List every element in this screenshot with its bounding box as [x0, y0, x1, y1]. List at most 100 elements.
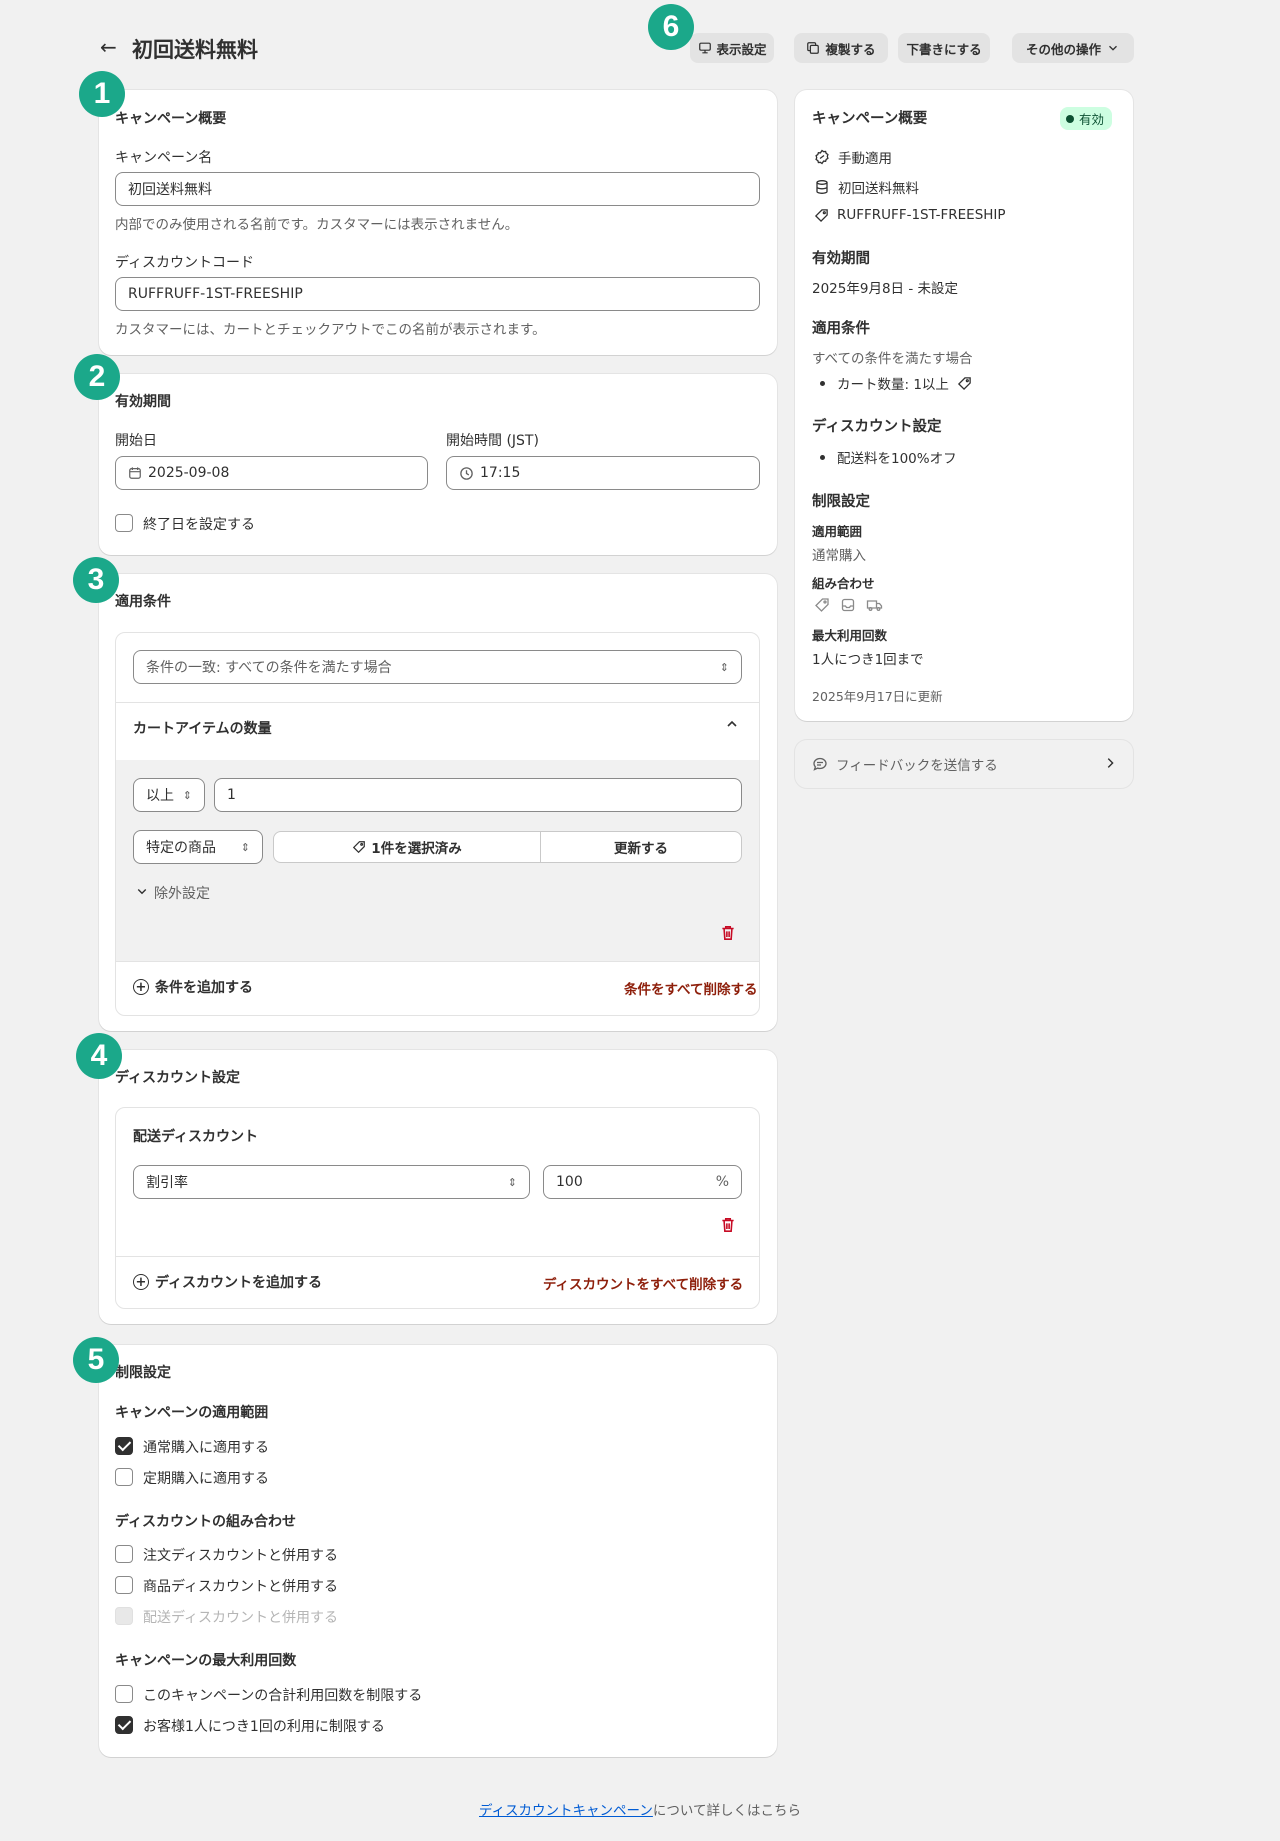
display-settings-button[interactable]: 表示設定 [690, 33, 774, 63]
selected-products-label: 1件を選択済み [371, 841, 462, 857]
percent-unit: % [715, 1174, 729, 1190]
status-dot-icon [1066, 114, 1074, 123]
combine-order-checkbox[interactable] [115, 1545, 133, 1563]
combine-shipping-label: 配送ディスカウントと併用する [143, 1610, 339, 1626]
product-select-value: 特定の商品 [146, 840, 216, 856]
product-select[interactable]: 特定の商品 ⇕ [133, 830, 263, 864]
campaign-name-label: キャンペーン名 [115, 150, 213, 166]
summary-code: RUFFRUFF-1ST-FREESHIP [814, 207, 1006, 223]
limit-per-customer-checkbox[interactable] [115, 1716, 133, 1734]
chat-icon [812, 756, 828, 772]
campaign-name-help: 内部でのみ使用される名前です。カスタマーには表示されません。 [115, 217, 519, 233]
start-time-input[interactable]: 17:15 [446, 456, 760, 490]
truck-icon [866, 597, 883, 613]
feedback-card[interactable]: フィードバックを送信する [795, 740, 1133, 788]
chevron-down-icon [1106, 41, 1120, 55]
discount-title: ディスカウント設定 [115, 1070, 241, 1086]
discount-value: 100 [556, 1174, 583, 1190]
summary-method-value: 手動適用 [838, 151, 892, 167]
exclusion-label: 除外設定 [154, 886, 210, 902]
subscription-checkbox[interactable] [115, 1468, 133, 1486]
remove-all-discounts-button[interactable]: ディスカウントをすべて削除する [543, 1273, 743, 1293]
period-title: 有効期間 [115, 394, 171, 410]
cart-quantity-title: カートアイテムの数量 [133, 721, 272, 737]
conditions-card: 適用条件 条件の一致: すべての条件を満たす場合 ⇕ カートアイテムの数量 以上… [99, 574, 777, 1031]
campaign-name-input[interactable]: 初回送料無料 [115, 172, 760, 206]
condition-detail-area: 以上 ⇕ 1 特定の商品 ⇕ 1件を選択済み 更新する 除外設定 [116, 760, 759, 961]
exclusion-toggle[interactable]: 除外設定 [136, 883, 210, 903]
feedback-label: フィードバックを送信する [836, 758, 998, 774]
regular-purchase-label: 通常購入に適用する [143, 1440, 269, 1456]
start-time-value: 17:15 [480, 465, 521, 481]
tag-icon [814, 597, 830, 613]
summary-discount-item-text: 配送料を100%オフ [837, 451, 957, 467]
regular-purchase-checkbox[interactable] [115, 1437, 133, 1455]
match-select-value: 条件の一致: すべての条件を満たす場合 [146, 660, 392, 676]
badge-gear-icon [814, 149, 830, 165]
selected-products-button[interactable]: 1件を選択済み [273, 831, 541, 863]
end-date-checkbox-label: 終了日を設定する [143, 517, 255, 533]
select-chevron-icon: ⇕ [240, 840, 250, 854]
status-label: 有効 [1079, 112, 1105, 127]
summary-limits-title: 制限設定 [812, 494, 870, 510]
trash-icon[interactable] [719, 924, 737, 942]
select-chevron-icon: ⇕ [719, 660, 729, 674]
limits-title: 制限設定 [115, 1365, 171, 1381]
add-discount-button[interactable]: + ディスカウントを追加する [133, 1272, 322, 1292]
display-settings-label: 表示設定 [716, 41, 767, 57]
summary-period-value: 2025年9月8日 - 未設定 [812, 281, 958, 297]
page-title: 初回送料無料 [132, 38, 258, 62]
summary-updated: 2025年9月17日に更新 [812, 689, 943, 704]
trash-icon[interactable] [719, 1216, 737, 1234]
combine-product-label: 商品ディスカウントと併用する [143, 1579, 339, 1595]
tag-icon [814, 208, 829, 223]
discount-code-label: ディスカウントコード [115, 255, 255, 271]
more-actions-button[interactable]: その他の操作 [1012, 33, 1134, 63]
remove-all-conditions-button[interactable]: 条件をすべて削除する [624, 978, 758, 998]
discount-code-input[interactable]: RUFFRUFF-1ST-FREESHIP [115, 277, 760, 311]
clock-icon [459, 466, 474, 481]
summary-name-value: 初回送料無料 [838, 181, 919, 197]
summary-code-value: RUFFRUFF-1ST-FREESHIP [837, 207, 1006, 223]
chevron-down-icon [136, 885, 148, 901]
summary-conditions-title: 適用条件 [812, 321, 870, 337]
discount-code-help: カスタマーには、カートとチェックアウトでこの名前が表示されます。 [115, 322, 546, 338]
limit-settings-card: 制限設定 キャンペーンの適用範囲 通常購入に適用する 定期購入に適用する ディス… [99, 1345, 777, 1757]
step-badge-6: 6 [648, 4, 694, 50]
combine-shipping-checkbox [115, 1607, 133, 1625]
campaign-overview-card: キャンペーン概要 キャンペーン名 初回送料無料 内部でのみ使用される名前です。カ… [99, 90, 777, 355]
summary-combine-label: 組み合わせ [812, 576, 875, 591]
start-date-label: 開始日 [115, 433, 157, 449]
step-badge-4: 4 [76, 1033, 122, 1079]
divider [116, 702, 759, 703]
discount-type-select[interactable]: 割引率 ⇕ [133, 1165, 530, 1199]
back-arrow-icon[interactable]: ← [100, 34, 126, 60]
update-button[interactable]: 更新する [540, 831, 742, 863]
divider [116, 961, 759, 962]
summary-conditions-item: カート数量: 1以上 [820, 373, 972, 393]
select-chevron-icon: ⇕ [182, 788, 192, 802]
discount-campaign-link[interactable]: ディスカウントキャンペーン [479, 1803, 653, 1819]
combine-product-checkbox[interactable] [115, 1576, 133, 1594]
discount-settings-card: ディスカウント設定 配送ディスカウント 割引率 ⇕ 100 % + ディスカウン… [99, 1050, 777, 1324]
draft-button[interactable]: 下書きにする [898, 33, 990, 63]
limit-total-checkbox[interactable] [115, 1685, 133, 1703]
monitor-icon [698, 41, 712, 55]
summary-card: キャンペーン概要 有効 手動適用 初回送料無料 RUFFRUFF-1ST-FRE… [795, 90, 1133, 721]
subscription-label: 定期購入に適用する [143, 1471, 269, 1487]
summary-max-value: 1人につき1回まで [812, 652, 924, 668]
end-date-checkbox[interactable] [115, 514, 133, 532]
match-select[interactable]: 条件の一致: すべての条件を満たす場合 ⇕ [133, 650, 742, 684]
summary-max-label: 最大利用回数 [812, 628, 888, 643]
active-period-card: 有効期間 開始日 2025-09-08 開始時間 (JST) 17:15 終了日… [99, 374, 777, 555]
footer-suffix: について詳しくはこちら [652, 1803, 801, 1819]
chevron-up-icon[interactable] [724, 716, 740, 736]
tag-icon [957, 376, 972, 391]
quantity-input[interactable]: 1 [214, 778, 742, 812]
duplicate-button[interactable]: 複製する [794, 33, 888, 63]
discount-value-input[interactable]: 100 % [543, 1165, 742, 1199]
start-date-input[interactable]: 2025-09-08 [115, 456, 428, 490]
operator-select[interactable]: 以上 ⇕ [133, 778, 205, 812]
overview-title: キャンペーン概要 [115, 111, 227, 127]
add-condition-button[interactable]: + 条件を追加する [133, 977, 253, 997]
